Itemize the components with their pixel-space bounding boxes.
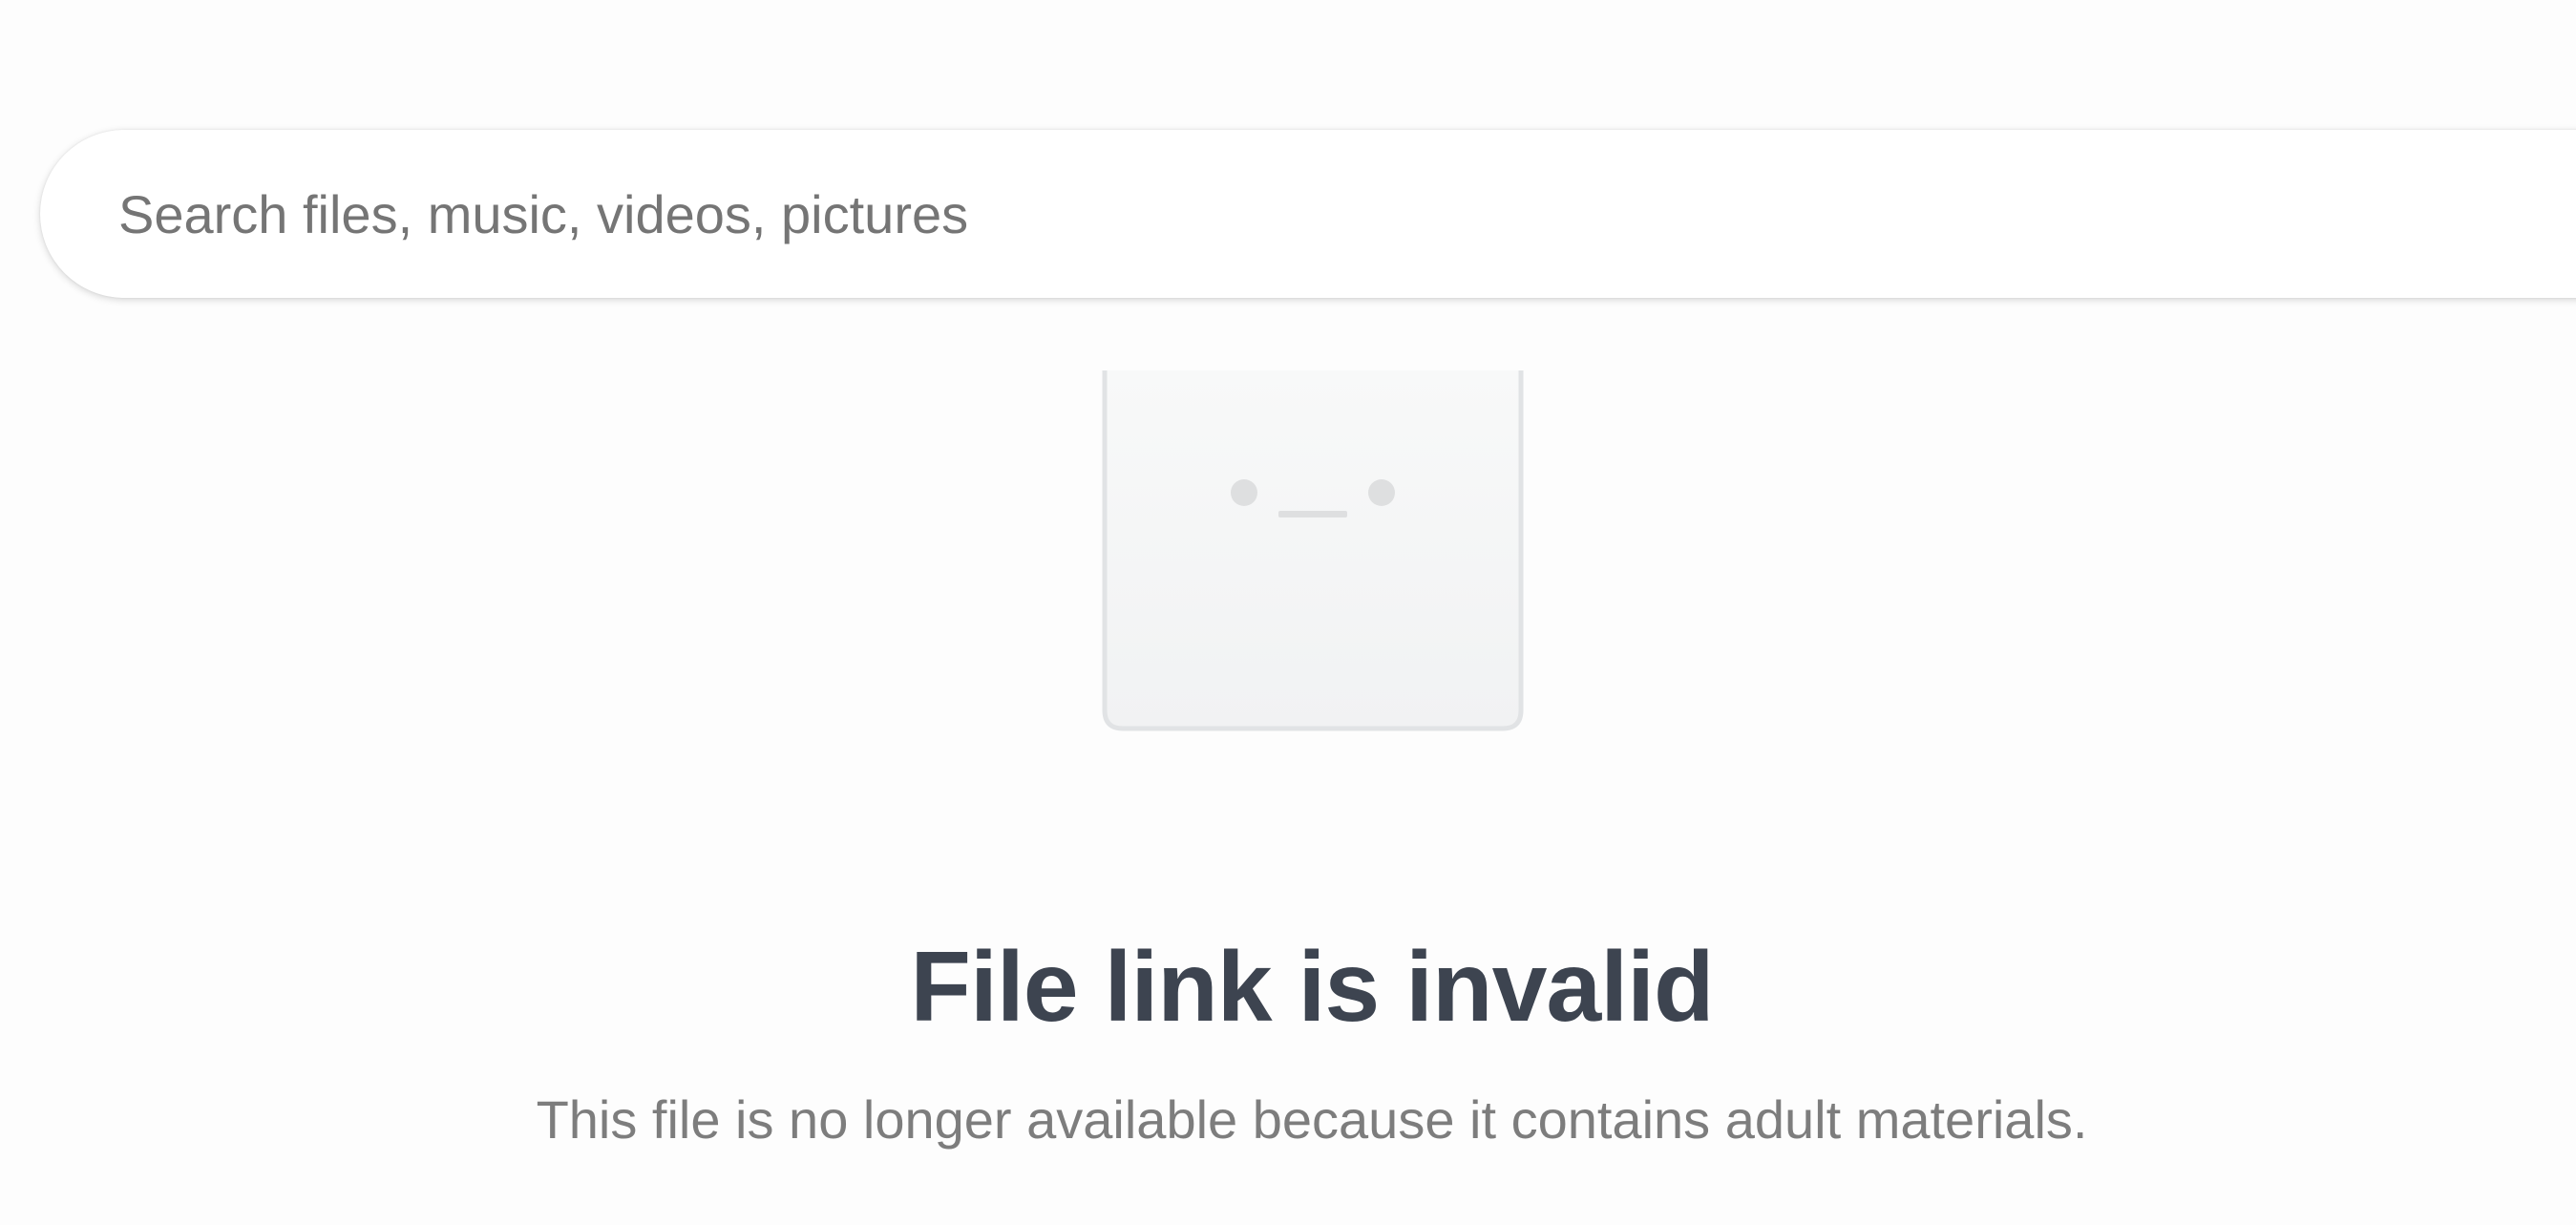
right-eye	[1368, 479, 1395, 506]
search-input[interactable]	[118, 182, 2410, 245]
search-bar[interactable]	[40, 130, 2576, 298]
page: File link is invalid This file is no lon…	[0, 0, 2576, 1225]
left-eye	[1231, 479, 1257, 506]
error-message: This file is no longer available because…	[536, 1089, 2088, 1150]
error-title: File link is invalid	[910, 932, 1714, 1043]
mouth	[1278, 511, 1347, 517]
sad-file-icon	[1102, 370, 1524, 731]
